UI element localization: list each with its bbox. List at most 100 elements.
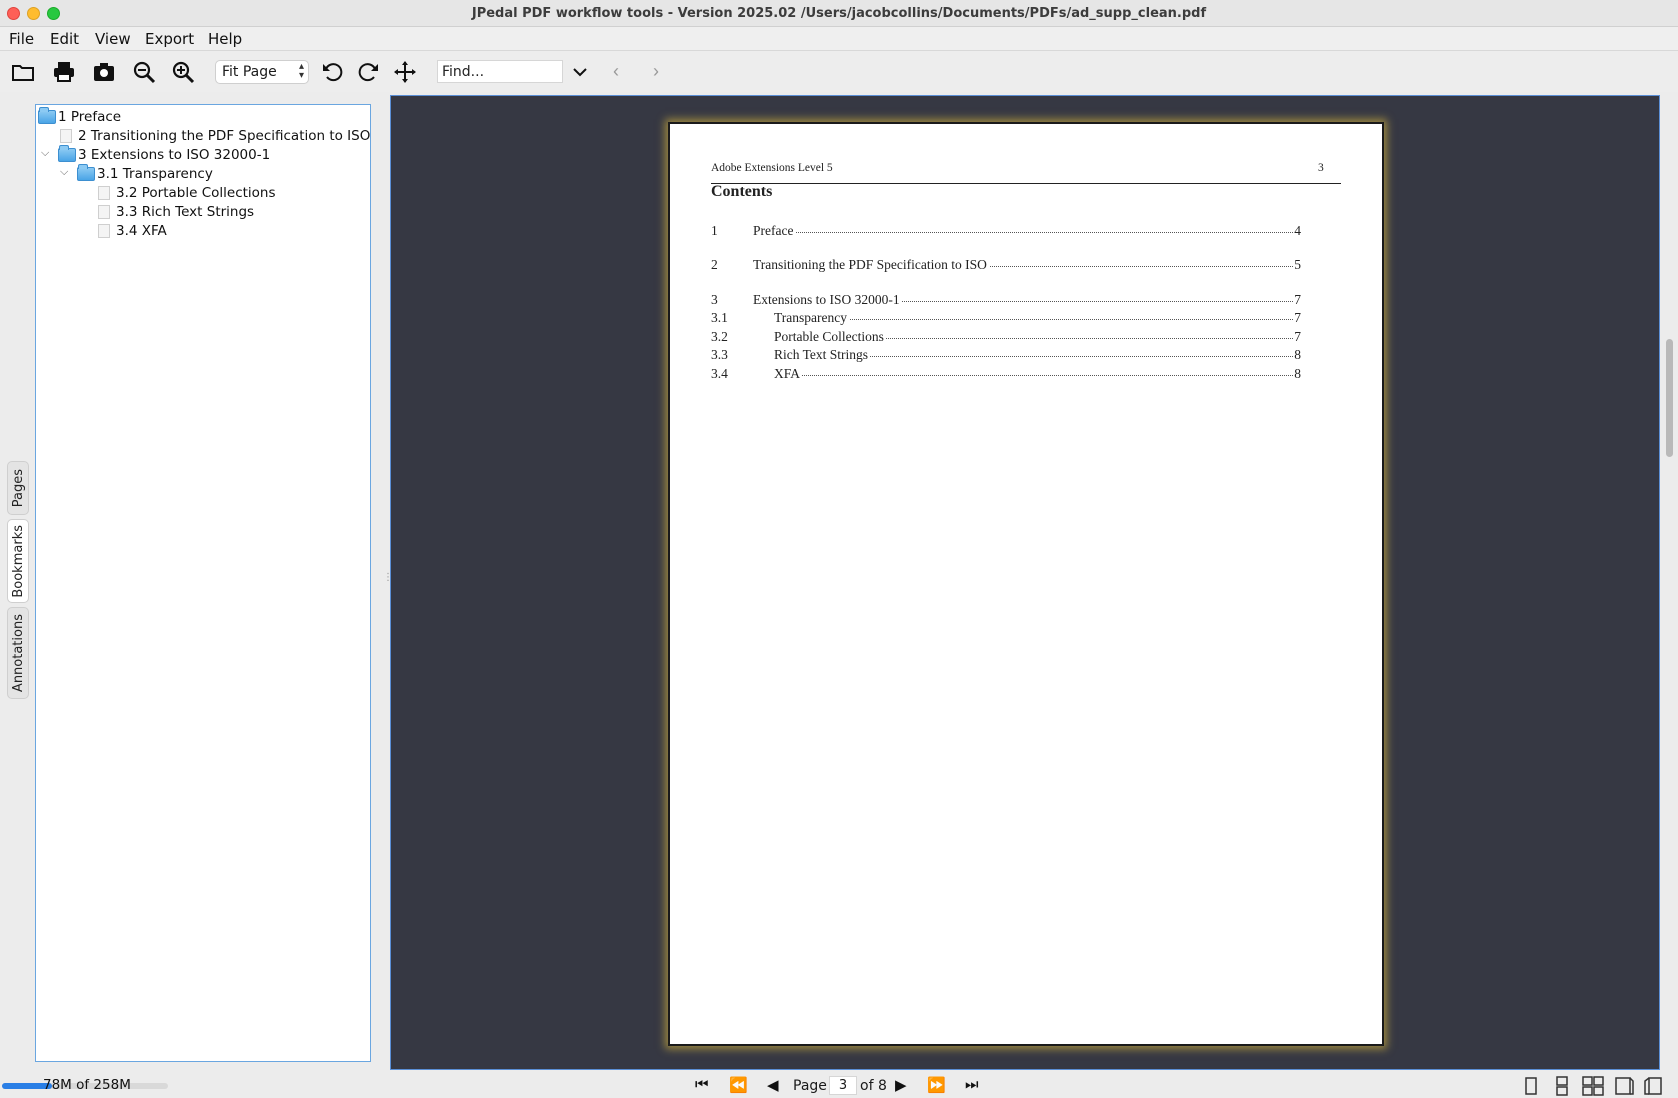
current-page-input[interactable]: 3 <box>829 1076 857 1095</box>
header-rule <box>711 183 1341 184</box>
toc-entry: 3 Extensions to ISO 32000-1 7 <box>711 292 1301 310</box>
page-number: 3 <box>1318 162 1324 174</box>
pdf-page: Adobe Extensions Level 5 3 Contents 1 Pr… <box>668 122 1384 1046</box>
toc-number: 3.2 <box>711 329 728 344</box>
toc-entry: 3.3 Rich Text Strings 8 <box>711 347 1301 365</box>
print-icon[interactable] <box>49 57 79 87</box>
toc-number: 2 <box>711 257 718 272</box>
bookmark-label: 3.3 Rich Text Strings <box>116 203 255 220</box>
menu-bar: File Edit View Export Help <box>0 27 1678 51</box>
toc-entry: 2 Transitioning the PDF Specification to… <box>711 257 1301 275</box>
document-viewer[interactable]: Adobe Extensions Level 5 3 Contents 1 Pr… <box>390 95 1660 1070</box>
find-input[interactable]: Find... <box>437 60 563 83</box>
title-bar: JPedal PDF workflow tools - Version 2025… <box>0 0 1678 27</box>
forward-ten-pages-icon[interactable]: ⏩ <box>927 1076 946 1094</box>
menu-export[interactable]: Export <box>145 30 194 48</box>
side-tabs: Pages Bookmarks Annotations <box>5 95 29 1070</box>
contents-heading: Contents <box>711 183 773 200</box>
chevron-down-icon[interactable] <box>573 61 593 83</box>
bookmark-item[interactable]: 3.4 XFA <box>96 221 167 240</box>
tab-pages-label: Pages <box>10 468 26 508</box>
rotate-right-icon[interactable] <box>353 57 383 87</box>
tab-bookmarks-label: Bookmarks <box>10 524 26 598</box>
page-count: of 8 <box>860 1078 887 1094</box>
toc-leader <box>774 375 1293 376</box>
document-icon <box>98 223 110 238</box>
toc-page: 4 <box>1293 223 1301 239</box>
toc-page: 8 <box>1293 347 1301 363</box>
rotate-left-icon[interactable] <box>318 57 348 87</box>
status-bar: 78M of 258M ⏮ ⏪ ◀ Page 3 of 8 ▶ ⏩ ⏭ <box>0 1072 1678 1098</box>
tab-annotations[interactable]: Annotations <box>7 607 29 699</box>
document-icon <box>98 204 110 219</box>
bookmark-item[interactable]: 3.3 Rich Text Strings <box>96 202 254 221</box>
toc-title: Extensions to ISO 32000-1 <box>753 292 902 308</box>
zoom-select[interactable]: Fit Page ▴ ▾ <box>215 60 309 84</box>
last-page-icon[interactable]: ⏭ <box>965 1076 979 1093</box>
find-previous-icon[interactable]: ‹ <box>613 61 619 82</box>
toc-title: Transparency <box>774 310 849 326</box>
facing-view-icon[interactable] <box>1582 1076 1604 1096</box>
bookmark-label: 3.1 Transparency <box>97 165 213 182</box>
bookmarks-panel: 1 Preface 2 Transitioning the PDF Specif… <box>35 104 371 1062</box>
memory-usage-text: 78M of 258M <box>43 1077 131 1093</box>
next-page-icon[interactable]: ▶ <box>895 1076 907 1094</box>
zoom-in-icon[interactable] <box>168 57 198 87</box>
pan-icon[interactable] <box>390 57 420 87</box>
vertical-scrollbar[interactable] <box>1662 95 1676 1070</box>
toc-page: 7 <box>1293 292 1301 308</box>
continuous-view-icon[interactable] <box>1551 1076 1573 1096</box>
toc-title: Rich Text Strings <box>774 347 871 363</box>
single-page-view-icon[interactable] <box>1520 1076 1542 1096</box>
window-title: JPedal PDF workflow tools - Version 2025… <box>471 6 1207 21</box>
scrollbar-thumb[interactable] <box>1666 339 1673 457</box>
toc-page: 5 <box>1293 257 1301 273</box>
bookmark-label: 3 Extensions to ISO 32000-1 <box>78 146 271 163</box>
menu-file[interactable]: File <box>9 30 34 48</box>
bookmark-label: 3.2 Portable Collections <box>116 184 276 201</box>
toc-number: 3.4 <box>711 366 728 381</box>
bookmark-item[interactable]: 1 Preface <box>38 106 122 126</box>
toc-page: 7 <box>1293 329 1301 345</box>
toc-page: 7 <box>1293 310 1301 326</box>
zoom-select-value: Fit Page <box>222 64 277 80</box>
bookmark-item[interactable]: 2 Transitioning the PDF Specification to… <box>58 126 370 145</box>
find-next-icon[interactable]: › <box>653 61 659 82</box>
zoom-out-icon[interactable] <box>129 57 159 87</box>
chevron-down-icon[interactable]: ⌵ <box>60 166 68 179</box>
chevron-down-icon[interactable]: ⌵ <box>41 147 49 160</box>
page-label: Page <box>793 1078 827 1094</box>
tab-pages[interactable]: Pages <box>7 461 29 515</box>
toc-number: 3 <box>711 292 718 307</box>
toc-number: 1 <box>711 223 718 238</box>
open-file-icon[interactable] <box>8 57 38 87</box>
bookmark-item[interactable]: 3.1 Transparency <box>77 163 213 183</box>
toc-number: 3.3 <box>711 347 728 362</box>
back-ten-pages-icon[interactable]: ⏪ <box>729 1076 748 1094</box>
bookmark-label: 3.4 XFA <box>116 222 167 239</box>
previous-page-icon[interactable]: ◀ <box>767 1076 779 1094</box>
page-flow-view-icon[interactable] <box>1613 1076 1635 1096</box>
toolbar: Fit Page ▴ ▾ Find... ‹ › <box>0 51 1678 92</box>
document-icon <box>98 185 110 200</box>
snapshot-icon[interactable] <box>89 57 119 87</box>
page-flip-view-icon[interactable] <box>1644 1076 1666 1096</box>
bookmark-label: 1 Preface <box>58 108 122 125</box>
menu-help[interactable]: Help <box>208 30 242 48</box>
toc-entry: 1 Preface 4 <box>711 223 1301 241</box>
menu-view[interactable]: View <box>95 30 131 48</box>
menu-edit[interactable]: Edit <box>50 30 79 48</box>
folder-icon <box>38 106 56 124</box>
tab-bookmarks[interactable]: Bookmarks <box>7 519 29 603</box>
folder-icon <box>77 163 95 181</box>
toc-title: XFA <box>774 366 803 382</box>
folder-icon <box>58 144 76 162</box>
first-page-icon[interactable]: ⏮ <box>695 1076 709 1093</box>
toc-entry: 3.1 Transparency 7 <box>711 310 1301 328</box>
panel-splitter-handle[interactable]: ⋮ <box>383 572 393 592</box>
toc-entry: 3.4 XFA 8 <box>711 366 1301 384</box>
bookmark-item[interactable]: 3.2 Portable Collections <box>96 183 276 202</box>
toc-leader <box>753 232 1293 233</box>
bookmark-item[interactable]: 3 Extensions to ISO 32000-1 <box>58 144 271 164</box>
toc-entry: 3.2 Portable Collections 7 <box>711 329 1301 347</box>
